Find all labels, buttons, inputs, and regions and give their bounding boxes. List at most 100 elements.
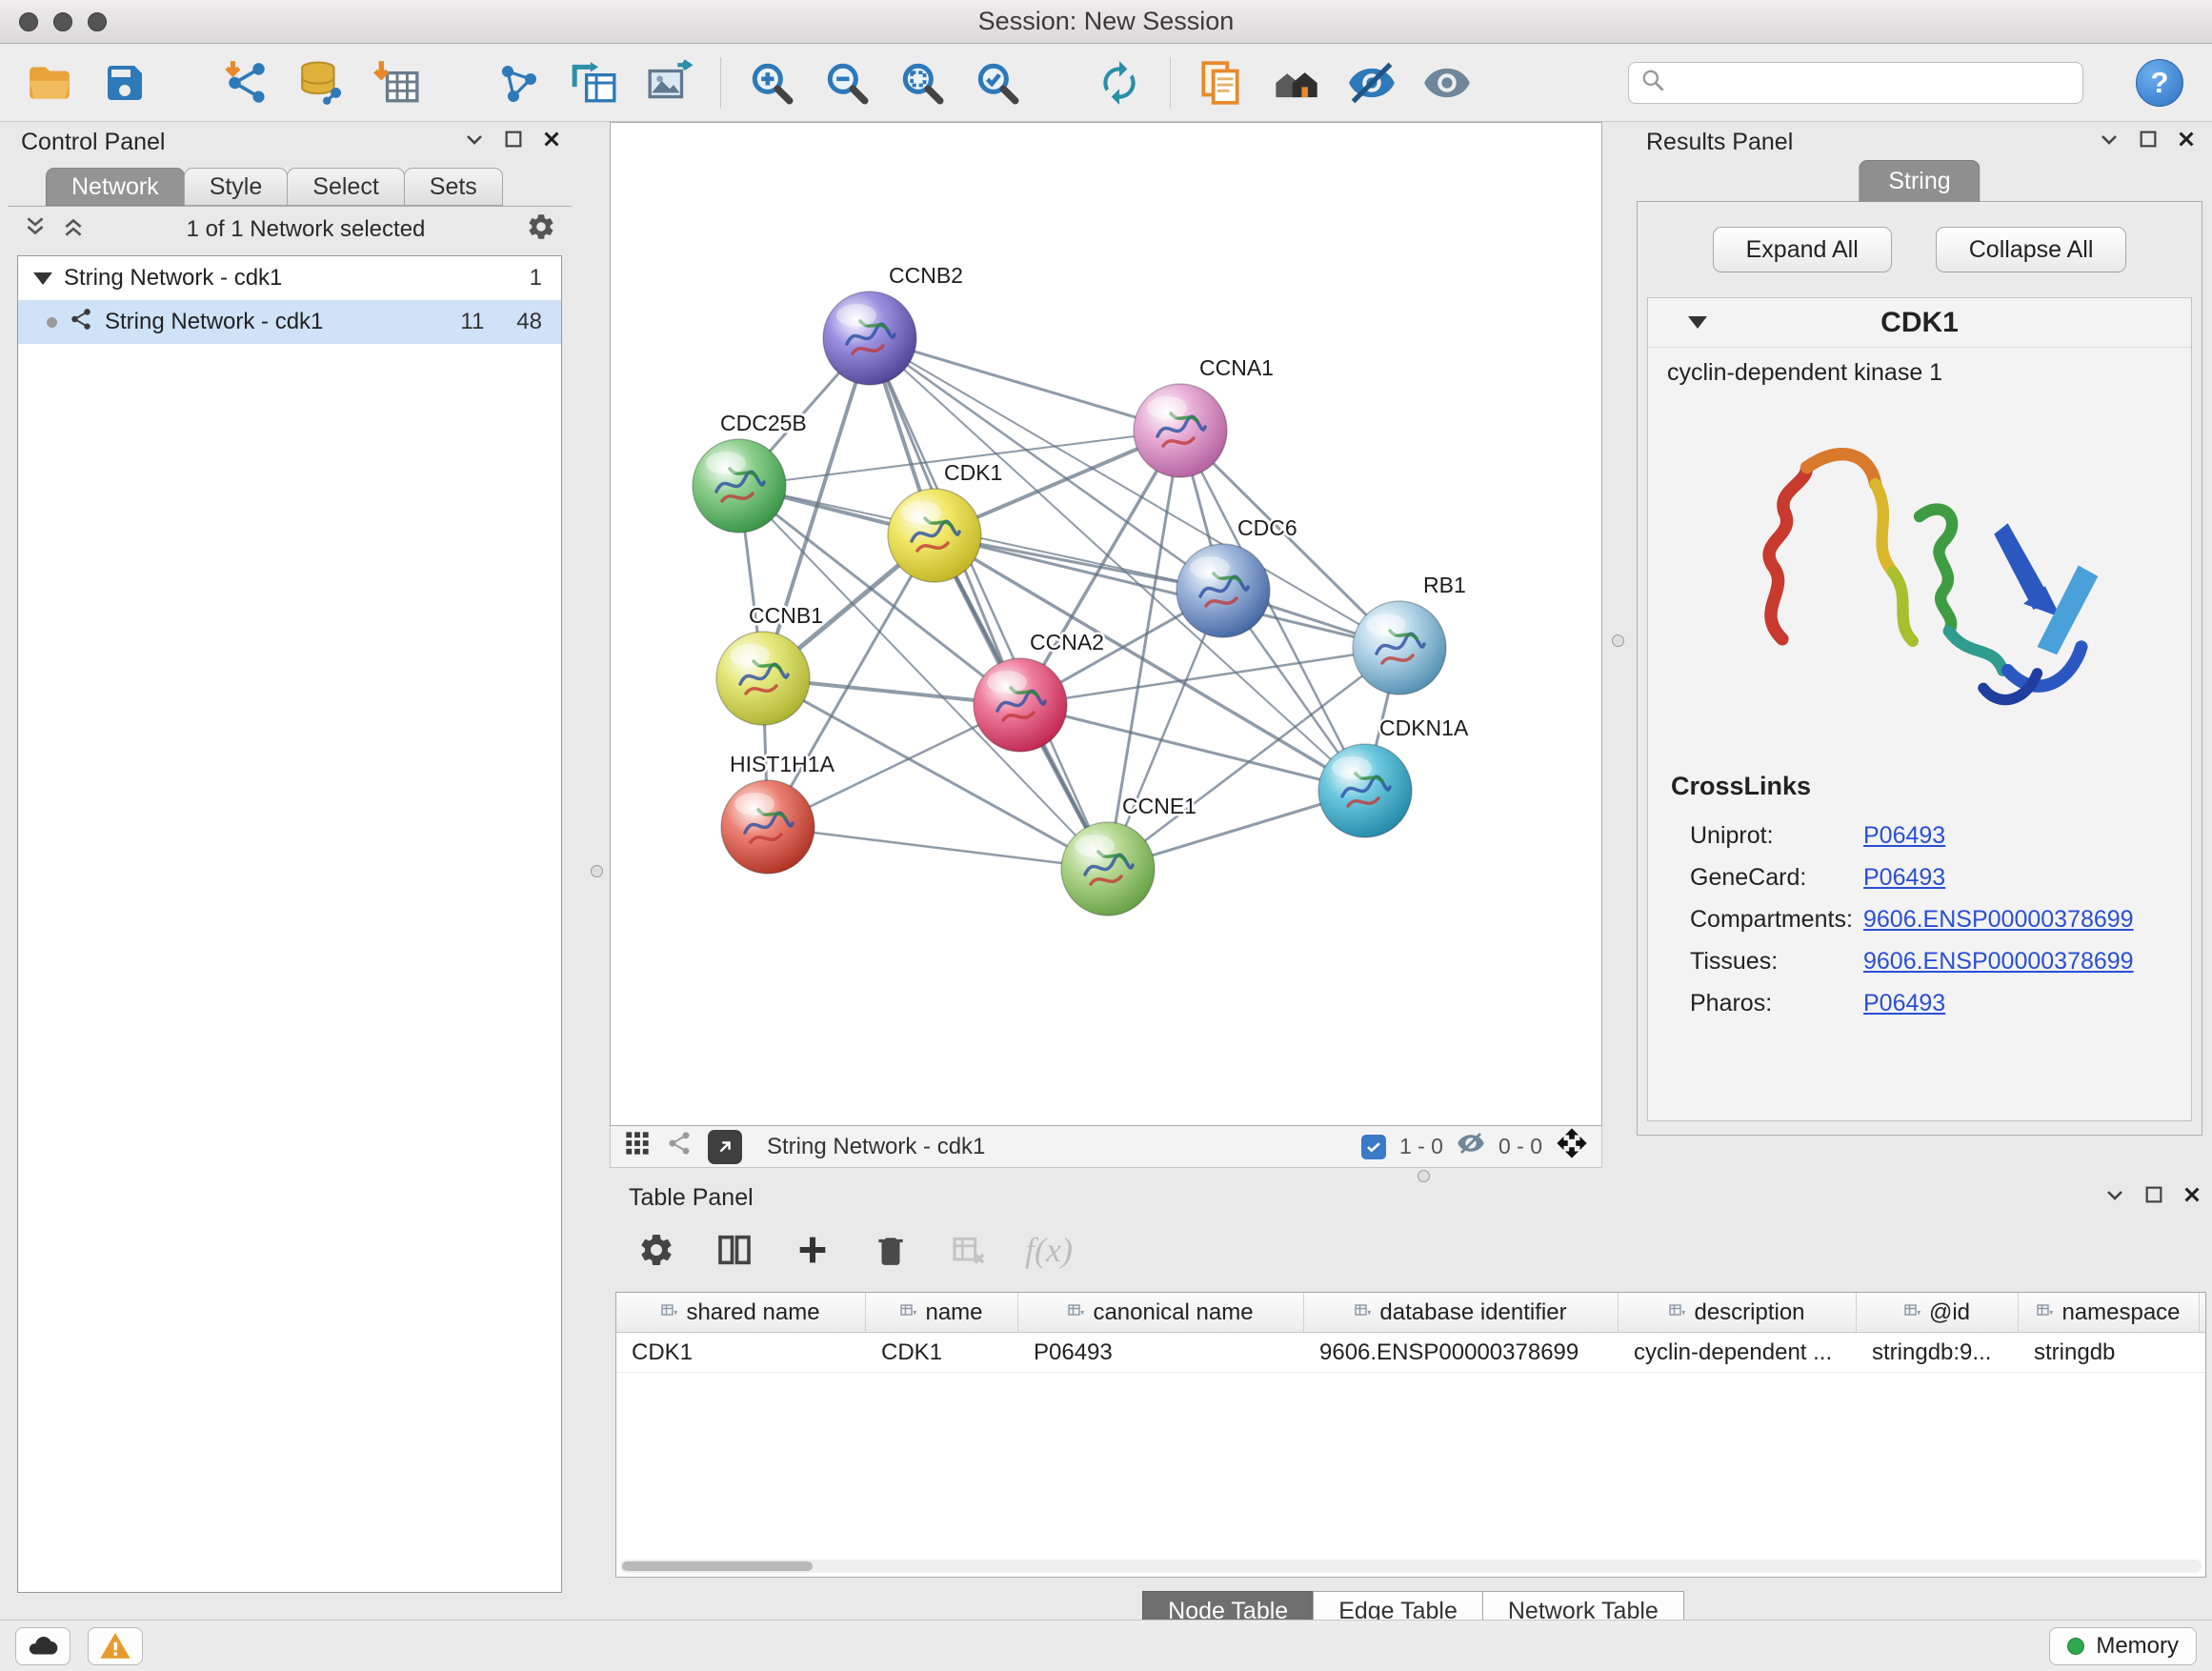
column-header--id[interactable]: @id <box>1857 1293 2019 1332</box>
panel-close-icon[interactable] <box>541 129 562 156</box>
import-network-database-icon[interactable] <box>297 58 347 108</box>
crosslink-link[interactable]: P06493 <box>1863 822 1945 850</box>
cloud-button[interactable] <box>15 1627 70 1665</box>
column-header-database-identifier[interactable]: database identifier <box>1304 1293 1619 1332</box>
open-in-window-button[interactable] <box>708 1130 742 1164</box>
column-header-namespace[interactable]: namespace <box>2019 1293 2200 1332</box>
expand-all-networks-icon[interactable] <box>61 214 86 246</box>
zoom-selected-icon[interactable] <box>973 58 1022 108</box>
close-window-button[interactable] <box>19 12 38 31</box>
table-cell[interactable]: stringdb:9... <box>1857 1333 2019 1372</box>
panel-float-icon[interactable] <box>503 129 524 156</box>
column-sort-icon[interactable] <box>900 1299 917 1326</box>
network-graph[interactable]: CCNB2CCNA1CDC25BCDK1CDC6RB1CCNB1CCNA2CDK… <box>611 123 1601 1125</box>
panel-float-icon[interactable] <box>2143 1184 2164 1212</box>
open-session-icon[interactable] <box>25 58 74 108</box>
toolbar-search[interactable] <box>1628 62 2083 104</box>
table-cell[interactable]: stringdb <box>2019 1333 2200 1372</box>
tab-string[interactable]: String <box>1859 160 1980 202</box>
network-canvas[interactable]: CCNB2CCNA1CDC25BCDK1CDC6RB1CCNB1CCNA2CDK… <box>610 122 1602 1126</box>
add-column-icon[interactable] <box>791 1228 835 1272</box>
grid-view-icon[interactable] <box>624 1130 651 1163</box>
collapse-all-networks-icon[interactable] <box>23 214 48 246</box>
column-header-description[interactable]: description <box>1619 1293 1857 1332</box>
document-copy-icon[interactable] <box>1196 58 1246 108</box>
collapse-all-button[interactable]: Collapse All <box>1936 227 2127 272</box>
show-columns-icon[interactable] <box>713 1228 756 1272</box>
table-settings-gear-icon[interactable] <box>634 1228 678 1272</box>
table-cell[interactable]: CDK1 <box>616 1333 866 1372</box>
network-tree-root-row[interactable]: String Network - cdk1 1 <box>18 256 561 300</box>
network-edge[interactable] <box>870 338 1108 869</box>
crosslink-link[interactable]: 9606.ENSP00000378699 <box>1863 906 2134 934</box>
table-from-network-icon[interactable] <box>570 58 619 108</box>
panel-menu-chevron-icon[interactable] <box>2098 128 2121 157</box>
zoom-in-icon[interactable] <box>747 58 796 108</box>
panel-float-icon[interactable] <box>2138 129 2159 156</box>
column-sort-icon[interactable] <box>1669 1299 1686 1326</box>
tab-network[interactable]: Network <box>46 168 185 206</box>
right-splitter-handle[interactable] <box>1612 634 1624 647</box>
table-cell[interactable]: cyclin-dependent ... <box>1619 1333 1857 1372</box>
houses-icon[interactable] <box>1272 58 1321 108</box>
table-cell[interactable]: 9606.ENSP00000378699 <box>1304 1333 1619 1372</box>
network-tree-child-row[interactable]: String Network - cdk1 11 48 <box>18 300 561 344</box>
zoom-out-icon[interactable] <box>822 58 872 108</box>
table-cell[interactable]: P06493 <box>1018 1333 1304 1372</box>
tab-sets[interactable]: Sets <box>404 168 503 206</box>
network-edge[interactable] <box>935 535 1399 648</box>
refresh-icon[interactable] <box>1095 58 1144 108</box>
left-splitter-handle[interactable] <box>591 865 603 877</box>
crosslink-link[interactable]: 9606.ENSP00000378699 <box>1863 948 2134 976</box>
table-row[interactable]: CDK1CDK1P064939606.ENSP00000378699cyclin… <box>616 1333 2205 1373</box>
hide-selected-eye-icon[interactable] <box>1347 58 1397 108</box>
expand-all-button[interactable]: Expand All <box>1713 227 1892 272</box>
panel-menu-chevron-icon[interactable] <box>463 128 486 157</box>
column-sort-icon[interactable] <box>1068 1299 1085 1326</box>
network-options-gear-icon[interactable] <box>526 211 556 249</box>
gene-section-header[interactable]: CDK1 <box>1648 298 2191 348</box>
node-label-rb1: RB1 <box>1423 573 1466 597</box>
panel-close-icon[interactable] <box>2182 1184 2202 1212</box>
zoom-window-button[interactable] <box>88 12 107 31</box>
panel-close-icon[interactable] <box>2176 129 2197 156</box>
pan-move-icon[interactable] <box>1556 1127 1588 1166</box>
network-edge[interactable] <box>1020 648 1399 705</box>
column-header-name[interactable]: name <box>866 1293 1018 1332</box>
network-share-small-icon[interactable] <box>666 1130 693 1163</box>
network-edge[interactable] <box>768 827 1108 869</box>
network-edge[interactable] <box>870 338 1180 431</box>
search-input[interactable] <box>1675 70 2071 96</box>
table-horizontal-scrollbar[interactable] <box>620 1560 2202 1573</box>
warning-button[interactable] <box>88 1627 143 1665</box>
selected-checkbox-icon[interactable] <box>1361 1135 1386 1159</box>
column-sort-icon[interactable] <box>1904 1299 1921 1326</box>
panel-menu-chevron-icon[interactable] <box>2103 1183 2126 1213</box>
tab-select[interactable]: Select <box>287 168 404 206</box>
table-scrollbar-thumb[interactable] <box>622 1561 813 1571</box>
memory-button[interactable]: Memory <box>2049 1627 2197 1665</box>
column-header-shared-name[interactable]: shared name <box>616 1293 866 1332</box>
import-network-file-icon[interactable] <box>222 58 271 108</box>
image-export-icon[interactable] <box>645 58 694 108</box>
show-all-eye-icon[interactable] <box>1422 58 1472 108</box>
column-sort-icon[interactable] <box>2037 1299 2054 1326</box>
gene-expander-icon[interactable] <box>1688 316 1707 329</box>
zoom-fit-icon[interactable] <box>897 58 947 108</box>
import-table-icon[interactable] <box>372 58 422 108</box>
help-button[interactable]: ? <box>2136 59 2183 107</box>
minimize-window-button[interactable] <box>53 12 72 31</box>
table-cell[interactable]: CDK1 <box>866 1333 1018 1372</box>
crosslink-link[interactable]: P06493 <box>1863 864 1945 892</box>
column-sort-icon[interactable] <box>661 1299 678 1326</box>
node-table[interactable]: shared namenamecanonical namedatabase id… <box>615 1292 2206 1578</box>
crosslink-link[interactable]: P06493 <box>1863 990 1945 1017</box>
column-header-canonical-name[interactable]: canonical name <box>1018 1293 1304 1332</box>
column-sort-icon[interactable] <box>1355 1299 1372 1326</box>
tab-style[interactable]: Style <box>184 168 289 206</box>
network-from-selection-icon[interactable] <box>494 58 544 108</box>
delete-column-trash-icon[interactable] <box>869 1228 913 1272</box>
hidden-eye-slash-icon[interactable] <box>1457 1129 1485 1164</box>
tree-expander-icon[interactable] <box>33 272 52 285</box>
save-session-icon[interactable] <box>100 58 150 108</box>
